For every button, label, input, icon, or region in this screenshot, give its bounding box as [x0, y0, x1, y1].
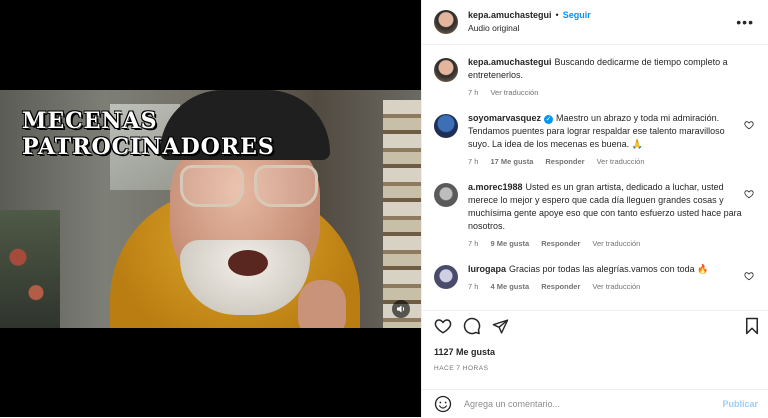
comment-text: Gracias por todas las alegrías.vamos con…: [509, 264, 709, 274]
comment-time[interactable]: 7 h: [468, 282, 478, 291]
comment-avatar[interactable]: [434, 265, 458, 289]
comment-avatar[interactable]: [434, 183, 458, 207]
emoji-smiley-icon[interactable]: [434, 395, 452, 413]
likes-count[interactable]: 1127 Me gusta: [434, 347, 495, 357]
comment-time[interactable]: 7 h: [468, 239, 478, 248]
comment-meta: 7 h 17 Me gusta Responder Ver traducción: [468, 155, 744, 168]
overlay-line-2: PATROCINADORES: [22, 134, 275, 160]
mute-button[interactable]: [392, 300, 410, 318]
comment-username[interactable]: a.morec1988: [468, 182, 523, 192]
video-mouth: [228, 250, 268, 276]
video-player[interactable]: MECENAS PATROCINADORES: [0, 0, 421, 417]
audio-label[interactable]: Audio original: [468, 22, 591, 35]
video-bookshelf: [383, 100, 421, 328]
share-paper-plane-icon[interactable]: [492, 318, 509, 335]
author-info: kepa.amuchastegui • Seguir Audio original: [468, 9, 591, 35]
comment-likes[interactable]: 4 Me gusta: [490, 282, 529, 291]
post-actions: 1127 Me gusta HACE 7 HORAS Publicar: [422, 310, 768, 418]
comment-item: lurogapa Gracias por todas las alegrías.v…: [434, 263, 756, 293]
speaker-icon: [397, 305, 405, 313]
comment-username[interactable]: lurogapa: [468, 264, 506, 274]
overlay-line-1: MECENAS: [22, 108, 158, 134]
translate-link[interactable]: Ver traducción: [592, 282, 640, 291]
comment-likes[interactable]: 17 Me gusta: [490, 157, 533, 166]
reply-button[interactable]: Responder: [545, 157, 584, 166]
like-heart-icon[interactable]: [434, 317, 452, 335]
comment-input[interactable]: [462, 398, 706, 410]
comment-username[interactable]: soyomarvasquez: [468, 113, 541, 123]
comment-likes[interactable]: 9 Me gusta: [490, 239, 529, 248]
comment-bubble-icon[interactable]: [463, 317, 481, 335]
video-overlay-title: MECENAS PATROCINADORES: [22, 108, 275, 160]
post-panel: kepa.amuchastegui • Seguir Audio original …: [421, 0, 768, 417]
action-icons: [434, 317, 520, 335]
author-username[interactable]: kepa.amuchastegui: [468, 10, 552, 20]
publish-button[interactable]: Publicar: [722, 399, 758, 409]
post-viewer: MECENAS PATROCINADORES kepa.amuchastegui…: [0, 0, 768, 417]
video-glasses: [180, 165, 320, 207]
caption-time[interactable]: 7 h: [468, 88, 478, 97]
comment-meta: 7 h 9 Me gusta Responder Ver traducción: [468, 237, 744, 250]
caption: kepa.amuchastegui Buscando dedicarme de t…: [434, 56, 756, 99]
comment-meta: 7 h 4 Me gusta Responder Ver traducción: [468, 280, 744, 293]
video-hand: [298, 280, 346, 328]
caption-avatar[interactable]: [434, 58, 458, 82]
comment-item: a.morec1988 Usted es un gran artista, ded…: [434, 181, 756, 250]
reply-button[interactable]: Responder: [541, 239, 580, 248]
comment-time[interactable]: 7 h: [468, 157, 478, 166]
save-bookmark-icon[interactable]: [744, 317, 760, 335]
comment-like-heart-icon[interactable]: [744, 189, 754, 199]
translate-link[interactable]: Ver traducción: [597, 157, 645, 166]
author-avatar[interactable]: [434, 10, 458, 34]
header-separator: •: [555, 10, 559, 20]
comment-avatar[interactable]: [434, 114, 458, 138]
caption-meta: 7 h Ver traducción: [468, 86, 744, 99]
video-plant: [0, 210, 60, 328]
more-options-icon[interactable]: •••: [736, 14, 754, 30]
verified-badge-icon: ✓: [544, 115, 554, 124]
comment-like-heart-icon[interactable]: [744, 120, 754, 130]
caption-username[interactable]: kepa.amuchastegui: [468, 57, 552, 67]
comment-item: soyomarvasquez ✓ Maestro un abrazo y toda …: [434, 112, 756, 168]
reply-button[interactable]: Responder: [541, 282, 580, 291]
follow-button[interactable]: Seguir: [563, 10, 591, 20]
post-timestamp: HACE 7 HORAS: [434, 365, 489, 372]
translate-link[interactable]: Ver traducción: [592, 239, 640, 248]
caption-translate[interactable]: Ver traducción: [490, 88, 538, 97]
comments-list[interactable]: kepa.amuchastegui Buscando dedicarme de t…: [422, 46, 768, 310]
comment-like-heart-icon[interactable]: [744, 271, 754, 281]
post-header: kepa.amuchastegui • Seguir Audio original …: [422, 0, 768, 45]
add-comment-bar: Publicar: [422, 389, 768, 418]
